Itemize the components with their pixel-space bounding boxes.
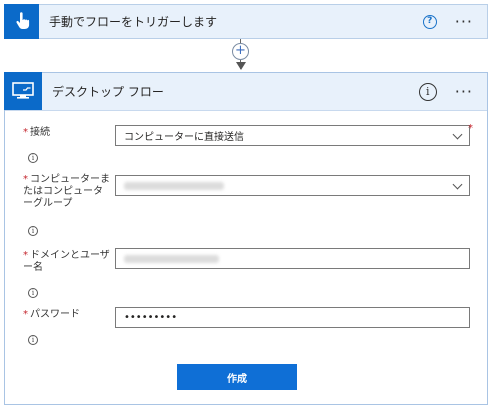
domain-user-field[interactable] [115, 248, 470, 269]
connection-info-icon[interactable]: i [28, 153, 38, 163]
trigger-card[interactable]: 手動でフローをトリガーします ? ··· [4, 3, 488, 39]
action-more-icon[interactable]: ··· [455, 83, 473, 99]
chevron-down-icon [452, 129, 463, 140]
trigger-more-icon[interactable]: ··· [455, 13, 473, 29]
trigger-title: 手動でフローをトリガーします [49, 15, 218, 29]
password-value: ••••••••• [124, 312, 178, 323]
domain-user-label: * ドメインとユーザー名 [23, 250, 110, 273]
machine-value-redacted [124, 181, 224, 190]
password-field[interactable]: ••••••••• [115, 307, 470, 328]
add-step-plus-icon[interactable]: + [232, 43, 249, 60]
password-label: * パスワード [23, 309, 80, 320]
password-info-icon[interactable]: i [28, 335, 38, 345]
domain-user-info-icon[interactable]: i [28, 288, 38, 298]
connection-value: コンピューターに直接送信 [124, 132, 244, 143]
touch-hand-icon [4, 3, 39, 39]
connection-label: * 接続 [23, 127, 50, 138]
machine-dropdown[interactable] [115, 175, 470, 196]
chevron-down-icon [452, 179, 463, 190]
action-title: デスクトップ フロー [52, 85, 164, 99]
info-icon[interactable]: i [418, 82, 437, 101]
action-header[interactable]: デスクトップ フロー i ··· [4, 72, 487, 111]
help-icon[interactable]: ? [422, 14, 437, 29]
machine-info-icon[interactable]: i [28, 226, 38, 236]
domain-user-value-redacted [124, 254, 219, 263]
create-button[interactable]: 作成 [177, 364, 297, 390]
required-marker: * [468, 123, 473, 134]
machine-label: * コンピューターまたはコンピューターグループ [23, 174, 110, 209]
desktop-flow-card: デスクトップ フロー i ··· * 接続 コンピューターに直接送信 i * コンピ… [4, 72, 488, 405]
desktop-flow-icon [4, 72, 42, 110]
arrow-down-icon [236, 62, 246, 70]
connection-dropdown[interactable]: コンピューターに直接送信 [115, 125, 470, 146]
